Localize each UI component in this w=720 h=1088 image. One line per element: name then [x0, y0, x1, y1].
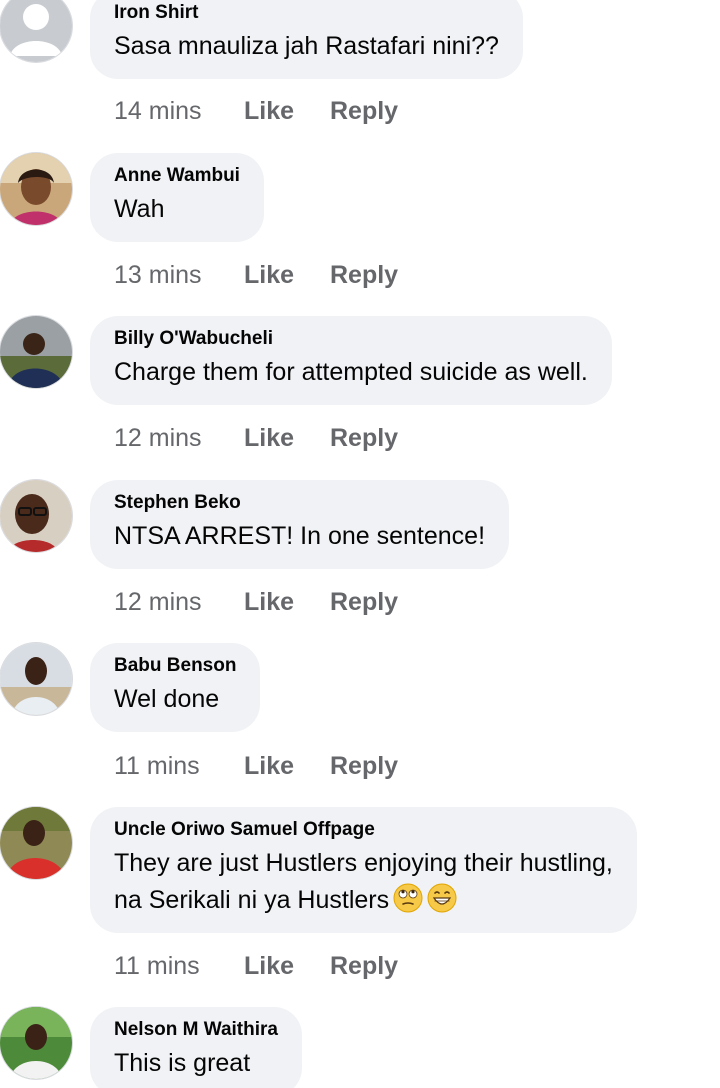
like-button[interactable]: Like: [244, 951, 330, 981]
comment-timestamp[interactable]: 11 mins: [114, 751, 244, 781]
comment-bubble: Nelson M Waithira This is great: [90, 1007, 302, 1088]
reply-button[interactable]: Reply: [330, 423, 398, 453]
comment-text-segment: na Serikali ni ya Hustlers: [114, 886, 390, 914]
like-button[interactable]: Like: [244, 423, 330, 453]
profile-photo-icon[interactable]: [0, 807, 72, 879]
grinning-face-emoji-icon: [427, 883, 457, 913]
comment-actions: 11 mins Like Reply: [114, 951, 398, 981]
comment-author[interactable]: Nelson M Waithira: [114, 1018, 278, 1042]
comment-author[interactable]: Uncle Oriwo Samuel Offpage: [114, 818, 613, 842]
comment-actions: 14 mins Like Reply: [114, 96, 398, 126]
comment-text-line: na Serikali ni ya Hustlers: [114, 882, 613, 919]
comment-timestamp[interactable]: 14 mins: [114, 96, 244, 126]
like-button[interactable]: Like: [244, 96, 330, 126]
like-button[interactable]: Like: [244, 751, 330, 781]
comments-feed: Iron Shirt Sasa mnauliza jah Rastafari n…: [0, 0, 720, 1088]
comment-bubble: Stephen Beko NTSA ARREST! In one sentenc…: [90, 480, 510, 569]
comment-timestamp[interactable]: 12 mins: [114, 423, 244, 453]
comment-text: Wah: [114, 195, 165, 223]
like-button[interactable]: Like: [244, 587, 330, 617]
comment-actions: 12 mins Like Reply: [114, 423, 398, 453]
comment-timestamp[interactable]: 13 mins: [114, 260, 244, 290]
comment-text: NTSA ARREST! In one sentence!: [114, 522, 486, 550]
comment-author[interactable]: Stephen Beko: [114, 491, 485, 515]
comment-actions: 11 mins Like Reply: [114, 751, 398, 781]
comment-bubble: Anne Wambui Wah: [90, 153, 264, 242]
comment-bubble: Iron Shirt Sasa mnauliza jah Rastafari n…: [90, 0, 523, 79]
reply-button[interactable]: Reply: [330, 587, 398, 617]
comment-bubble: Billy O'Wabucheli Charge them for attemp…: [90, 316, 612, 405]
reply-button[interactable]: Reply: [330, 951, 398, 981]
default-avatar-icon[interactable]: [0, 0, 72, 62]
reply-button[interactable]: Reply: [330, 751, 398, 781]
comment-text: They are just Hustlers enjoying their hu…: [114, 849, 613, 877]
comment-timestamp[interactable]: 11 mins: [114, 951, 244, 981]
comment-actions: 13 mins Like Reply: [114, 260, 398, 290]
comment-bubble: Babu Benson Wel done: [90, 643, 261, 732]
reply-button[interactable]: Reply: [330, 96, 398, 126]
like-button[interactable]: Like: [244, 260, 330, 290]
comment-bubble: Uncle Oriwo Samuel Offpage They are just…: [90, 807, 637, 933]
comment-actions: 12 mins Like Reply: [114, 587, 398, 617]
comment-text: This is great: [114, 1049, 251, 1077]
profile-photo-icon[interactable]: [0, 316, 72, 388]
comment-text: Sasa mnauliza jah Rastafari nini??: [114, 32, 499, 60]
comment-author[interactable]: Billy O'Wabucheli: [114, 327, 588, 351]
face-with-rolling-eyes-emoji-icon: [393, 883, 423, 913]
comment-timestamp[interactable]: 12 mins: [114, 587, 244, 617]
profile-photo-icon[interactable]: [0, 643, 72, 715]
profile-photo-icon[interactable]: [0, 153, 72, 225]
comment-author[interactable]: Babu Benson: [114, 654, 236, 678]
comment-text: Charge them for attempted suicide as wel…: [114, 358, 588, 386]
profile-photo-icon[interactable]: [0, 480, 72, 552]
comment-text: Wel done: [114, 685, 220, 713]
profile-photo-icon[interactable]: [0, 1007, 72, 1079]
reply-button[interactable]: Reply: [330, 260, 398, 290]
comment-author[interactable]: Iron Shirt: [114, 1, 499, 25]
comment-author[interactable]: Anne Wambui: [114, 164, 240, 188]
